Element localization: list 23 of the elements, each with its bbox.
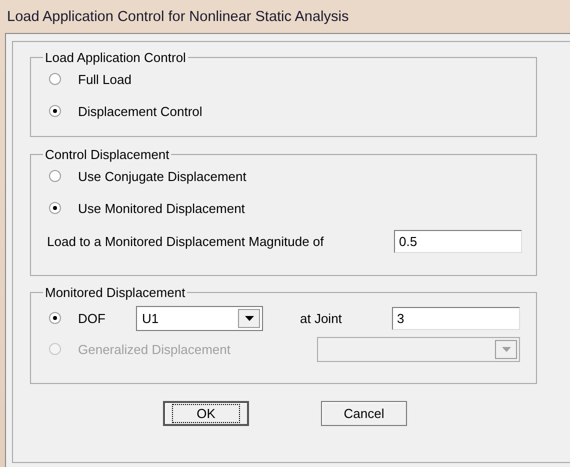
- radio-label: DOF: [78, 310, 106, 326]
- joint-field[interactable]: 3: [392, 306, 520, 330]
- radio-button[interactable]: [49, 73, 61, 85]
- radio-button[interactable]: [49, 312, 61, 324]
- radio-label: Full Load: [78, 72, 132, 86]
- generalized-dropdown[interactable]: [317, 336, 520, 362]
- field-label: Load to a Monitored Displacement Magnitude of: [47, 234, 325, 248]
- radio-button[interactable]: [49, 105, 61, 117]
- radio-label: Generalized Displacement: [78, 342, 230, 356]
- radio-button[interactable]: [49, 170, 61, 182]
- radio-label: Displacement Control: [78, 104, 202, 118]
- radio-button[interactable]: [49, 202, 61, 214]
- dof-dropdown[interactable]: U1: [136, 306, 263, 330]
- group-title: Monitored Displacement: [44, 285, 186, 300]
- group-title: Load Application Control: [44, 50, 187, 65]
- magnitude-field[interactable]: 0.5: [394, 230, 522, 252]
- group-title: Control Displacement: [44, 147, 170, 162]
- radio-label: Use Monitored Displacement: [78, 200, 245, 216]
- dialog-button[interactable]: OK: [163, 401, 249, 426]
- field-label: at Joint: [300, 310, 342, 326]
- radio-label: Use Conjugate Displacement: [78, 168, 246, 184]
- window-title: Load Application Control for Nonlinear Static Analysis: [7, 8, 349, 24]
- dialog-button[interactable]: Cancel: [321, 401, 407, 426]
